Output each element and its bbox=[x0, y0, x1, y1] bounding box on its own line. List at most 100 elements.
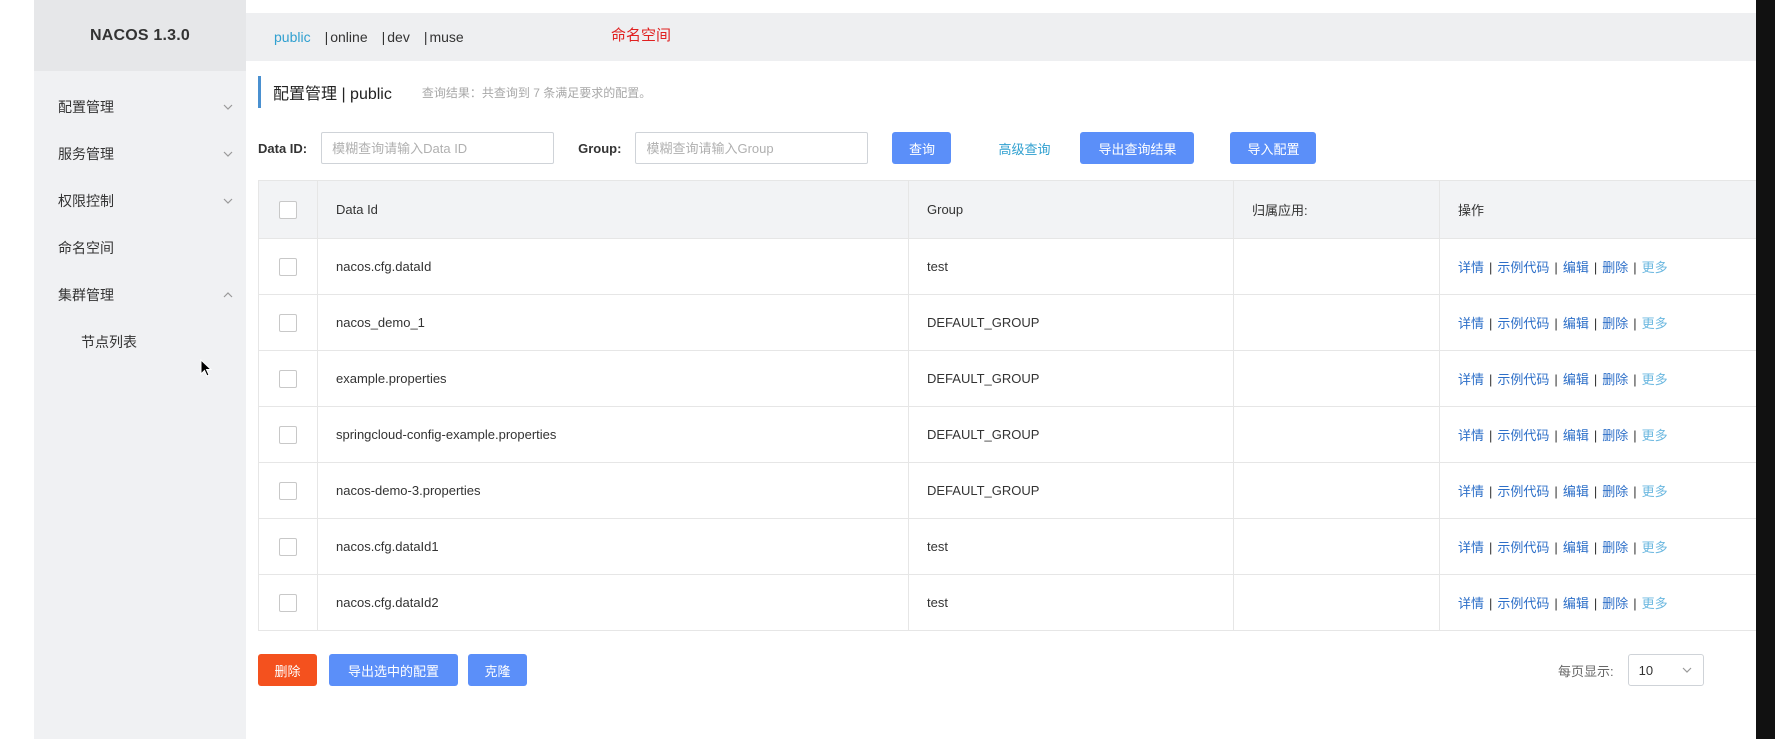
row-checkbox[interactable] bbox=[279, 369, 297, 388]
detail-link[interactable]: 详情 bbox=[1458, 484, 1484, 499]
cell-ops: 详情 | 示例代码 | 编辑 | 删除 | 更多 bbox=[1439, 406, 1758, 463]
sidebar-item-service[interactable]: 服务管理 bbox=[34, 130, 246, 177]
page-header: 配置管理 | public 查询结果：共查询到 7 条满足要求的配置。 bbox=[258, 76, 651, 108]
row-checkbox[interactable] bbox=[279, 425, 297, 444]
import-config-button[interactable]: 导入配置 bbox=[1230, 132, 1317, 164]
dataid-search-input[interactable] bbox=[321, 132, 555, 164]
sidebar-subitem-label: 节点列表 bbox=[81, 333, 137, 350]
namespace-tab-public[interactable]: public bbox=[274, 29, 311, 45]
more-link[interactable]: 更多 bbox=[1642, 372, 1668, 387]
ops-separator: | bbox=[1554, 596, 1558, 611]
query-result-text: 查询结果：共查询到 7 条满足要求的配置。 bbox=[421, 85, 652, 100]
cell-ops: 详情 | 示例代码 | 编辑 | 删除 | 更多 bbox=[1439, 350, 1758, 407]
chevron-down-icon bbox=[223, 151, 233, 157]
delete-link[interactable]: 删除 bbox=[1602, 540, 1628, 555]
batch-delete-button[interactable]: 删除 bbox=[258, 654, 317, 686]
ops-separator: | bbox=[1633, 372, 1637, 387]
namespace-separator: | bbox=[324, 29, 329, 45]
ops-separator: | bbox=[1593, 316, 1598, 331]
sidebar-item-config[interactable]: 配置管理 bbox=[34, 83, 246, 130]
cell-dataid: nacos-demo-3.properties bbox=[317, 462, 909, 519]
export-query-result-button[interactable]: 导出查询结果 bbox=[1080, 132, 1195, 164]
more-link[interactable]: 更多 bbox=[1642, 540, 1668, 555]
sidebar-item-label: 权限控制 bbox=[58, 192, 114, 209]
clone-button[interactable]: 克隆 bbox=[468, 654, 527, 686]
ops-separator: | bbox=[1593, 372, 1598, 387]
query-button[interactable]: 查询 bbox=[892, 132, 952, 164]
delete-link[interactable]: 删除 bbox=[1602, 372, 1628, 387]
row-select-cell bbox=[258, 574, 318, 631]
page-size-label: 每页显示: bbox=[1558, 663, 1614, 679]
sidebar: NACOS 1.3.0 配置管理 服务管理 权限控制 命名空间 集群管理 节点列… bbox=[34, 0, 246, 739]
ops-separator: | bbox=[1593, 540, 1598, 555]
delete-link[interactable]: 删除 bbox=[1602, 260, 1628, 275]
namespace-tab-online[interactable]: online bbox=[330, 29, 367, 45]
detail-link[interactable]: 详情 bbox=[1458, 372, 1484, 387]
ops-separator: | bbox=[1554, 260, 1558, 275]
delete-link[interactable]: 删除 bbox=[1602, 316, 1628, 331]
row-checkbox[interactable] bbox=[279, 593, 297, 612]
namespace-separator: | bbox=[381, 29, 386, 45]
detail-link[interactable]: 详情 bbox=[1458, 596, 1484, 611]
app-title: NACOS 1.3.0 bbox=[34, 0, 246, 71]
table-row: nacos.cfg.dataId2 test 详情 | 示例代码 | 编辑 | 删除 | 更多 bbox=[258, 574, 1758, 631]
detail-link[interactable]: 详情 bbox=[1458, 540, 1484, 555]
sample-code-link[interactable]: 示例代码 bbox=[1497, 540, 1549, 555]
left-margin bbox=[0, 0, 34, 739]
search-form: Data ID: Group: 查询 高级查询 导出查询结果 导入配置 bbox=[258, 132, 1317, 164]
delete-link[interactable]: 删除 bbox=[1602, 428, 1628, 443]
sidebar-subitem-nodes[interactable]: 节点列表 bbox=[34, 318, 246, 365]
cell-app bbox=[1233, 462, 1440, 519]
ops-separator: | bbox=[1554, 428, 1558, 443]
ops-separator: | bbox=[1489, 428, 1493, 443]
more-link[interactable]: 更多 bbox=[1642, 260, 1668, 275]
delete-link[interactable]: 删除 bbox=[1602, 596, 1628, 611]
edit-link[interactable]: 编辑 bbox=[1563, 372, 1589, 387]
ops-separator: | bbox=[1554, 316, 1558, 331]
sidebar-item-namespace[interactable]: 命名空间 bbox=[34, 224, 246, 271]
advanced-query-link[interactable]: 高级查询 bbox=[998, 139, 1050, 158]
sample-code-link[interactable]: 示例代码 bbox=[1497, 484, 1549, 499]
table-body: nacos.cfg.dataId test 详情 | 示例代码 | 编辑 | 删除 | 更多 naco… bbox=[258, 238, 1758, 631]
edit-link[interactable]: 编辑 bbox=[1563, 540, 1589, 555]
sample-code-link[interactable]: 示例代码 bbox=[1497, 260, 1549, 275]
edit-link[interactable]: 编辑 bbox=[1563, 484, 1589, 499]
row-checkbox[interactable] bbox=[279, 537, 297, 556]
page-size-select[interactable]: 10 bbox=[1627, 654, 1704, 686]
sidebar-menu: 配置管理 服务管理 权限控制 命名空间 集群管理 节点列表 bbox=[34, 83, 246, 365]
group-label: Group: bbox=[578, 140, 622, 156]
namespace-tab-muse[interactable]: muse bbox=[429, 29, 463, 45]
cell-app bbox=[1233, 406, 1440, 463]
sample-code-link[interactable]: 示例代码 bbox=[1497, 372, 1549, 387]
sample-code-link[interactable]: 示例代码 bbox=[1497, 596, 1549, 611]
sidebar-item-auth[interactable]: 权限控制 bbox=[34, 177, 246, 224]
sidebar-item-cluster[interactable]: 集群管理 bbox=[34, 271, 246, 318]
export-selected-button[interactable]: 导出选中的配置 bbox=[329, 654, 458, 686]
more-link[interactable]: 更多 bbox=[1642, 596, 1668, 611]
group-search-input[interactable] bbox=[635, 132, 869, 164]
cell-ops: 详情 | 示例代码 | 编辑 | 删除 | 更多 bbox=[1439, 462, 1758, 519]
namespace-tab-dev[interactable]: dev bbox=[387, 29, 410, 45]
edit-link[interactable]: 编辑 bbox=[1563, 596, 1589, 611]
more-link[interactable]: 更多 bbox=[1642, 428, 1668, 443]
cell-dataid: example.properties bbox=[317, 350, 909, 407]
sample-code-link[interactable]: 示例代码 bbox=[1497, 316, 1549, 331]
page-title: 配置管理 | public bbox=[273, 86, 392, 103]
select-all-checkbox[interactable] bbox=[279, 200, 297, 219]
more-link[interactable]: 更多 bbox=[1642, 316, 1668, 331]
row-checkbox[interactable] bbox=[279, 313, 297, 332]
detail-link[interactable]: 详情 bbox=[1458, 260, 1484, 275]
detail-link[interactable]: 详情 bbox=[1458, 316, 1484, 331]
row-checkbox[interactable] bbox=[279, 257, 297, 276]
column-header-app: 归属应用: bbox=[1233, 180, 1440, 239]
cell-dataid: nacos.cfg.dataId1 bbox=[317, 518, 909, 575]
delete-link[interactable]: 删除 bbox=[1602, 484, 1628, 499]
row-checkbox[interactable] bbox=[279, 481, 297, 500]
edit-link[interactable]: 编辑 bbox=[1563, 316, 1589, 331]
edit-link[interactable]: 编辑 bbox=[1563, 428, 1589, 443]
ops-separator: | bbox=[1633, 428, 1637, 443]
sample-code-link[interactable]: 示例代码 bbox=[1497, 428, 1549, 443]
edit-link[interactable]: 编辑 bbox=[1563, 260, 1589, 275]
detail-link[interactable]: 详情 bbox=[1458, 428, 1484, 443]
more-link[interactable]: 更多 bbox=[1642, 484, 1668, 499]
